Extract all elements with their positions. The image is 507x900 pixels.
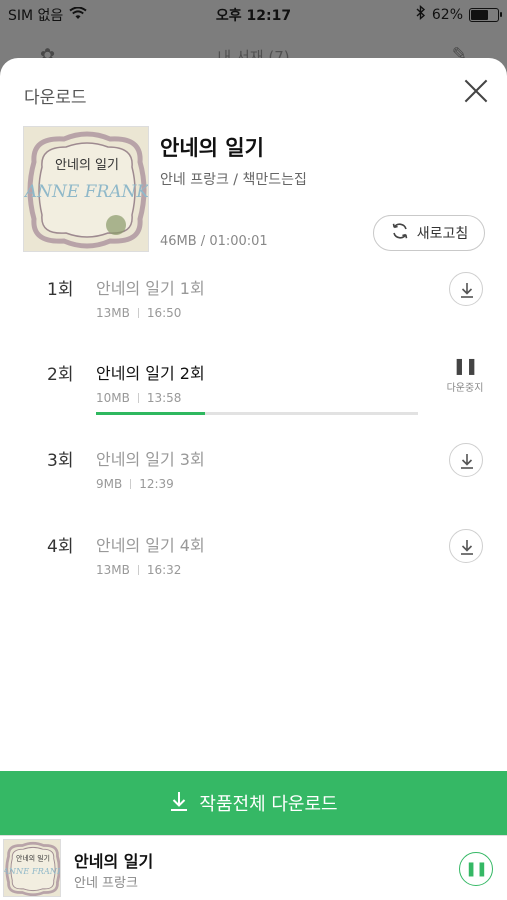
episode-meta: 13MB 16:32 bbox=[96, 563, 181, 577]
episode-row: 1회 안네의 일기 1회 13MB 16:50 bbox=[0, 272, 507, 355]
download-all-icon bbox=[169, 790, 189, 817]
episode-size: 13MB bbox=[96, 306, 130, 320]
album-meta: 46MB / 01:00:01 bbox=[160, 234, 268, 249]
status-right: 62% bbox=[416, 4, 502, 24]
close-icon[interactable] bbox=[463, 78, 489, 104]
download-progress-bar bbox=[96, 412, 418, 415]
episode-size: 9MB bbox=[96, 477, 123, 491]
download-button[interactable] bbox=[449, 529, 483, 563]
download-sheet: 다운로드 안네의 일기 ANNE FRANK 안네의 일기 안네 프랑크 / 책… bbox=[0, 58, 507, 835]
player-cover: 안네의 일기 ANNE FRANK bbox=[3, 839, 61, 897]
meta-divider bbox=[137, 393, 139, 403]
download-button[interactable] bbox=[449, 443, 483, 477]
player-cover-title-text: 안네의 일기 bbox=[16, 853, 50, 862]
episode-meta: 9MB 12:39 bbox=[96, 477, 174, 491]
episode-size: 10MB bbox=[96, 391, 130, 405]
download-icon bbox=[461, 540, 473, 555]
episode-number: 1회 bbox=[47, 280, 74, 300]
pause-icon: ❚❚ bbox=[465, 861, 487, 877]
episode-row: 4회 안네의 일기 4회 13MB 16:32 bbox=[0, 529, 507, 612]
episode-meta: 13MB 16:50 bbox=[96, 306, 181, 320]
episode-duration: 16:32 bbox=[146, 563, 182, 577]
download-icon bbox=[461, 283, 473, 298]
status-bar: SIM 없음 오후 12:17 62% bbox=[0, 0, 507, 28]
sheet-title: 다운로드 bbox=[24, 88, 87, 108]
episode-meta: 10MB 13:58 bbox=[96, 391, 181, 405]
album-title: 안네의 일기 bbox=[160, 136, 264, 160]
episode-number: 3회 bbox=[47, 451, 74, 471]
album-author: 안네 프랑크 / 책만드는집 bbox=[160, 172, 307, 188]
cover-author-text: ANNE FRANK bbox=[24, 182, 149, 202]
cover-title-text: 안네의 일기 bbox=[55, 158, 119, 173]
battery-icon bbox=[469, 7, 502, 22]
episode-size: 13MB bbox=[96, 563, 130, 577]
battery-fill bbox=[471, 9, 489, 20]
episode-number: 4회 bbox=[47, 537, 74, 557]
episode-duration: 12:39 bbox=[139, 477, 174, 491]
stop-download-label: 다운중지 bbox=[446, 383, 484, 394]
mini-player[interactable]: 안네의 일기 ANNE FRANK 안네의 일기 안네 프랑크 ❚❚ bbox=[0, 835, 507, 900]
meta-divider bbox=[130, 479, 132, 489]
download-icon bbox=[461, 454, 473, 469]
episode-row: 2회 안네의 일기 2회 10MB 13:58 ❚❚ 다운중지 bbox=[0, 356, 507, 440]
download-all-button[interactable]: 작품전체 다운로드 bbox=[0, 771, 507, 835]
pause-icon: ❚❚ bbox=[452, 356, 479, 375]
episode-number: 2회 bbox=[47, 365, 74, 385]
bluetooth-icon bbox=[416, 4, 426, 24]
meta-divider bbox=[137, 308, 139, 318]
episode-row: 3회 안네의 일기 3회 9MB 12:39 bbox=[0, 443, 507, 526]
player-title: 안네의 일기 bbox=[74, 852, 154, 871]
meta-divider bbox=[137, 565, 139, 575]
episode-title: 안네의 일기 4회 bbox=[96, 536, 205, 555]
download-progress-fill bbox=[96, 412, 206, 415]
refresh-label: 새로고침 bbox=[416, 226, 469, 242]
episode-title: 안네의 일기 3회 bbox=[96, 450, 205, 469]
download-button[interactable] bbox=[449, 272, 483, 306]
episode-duration: 13:58 bbox=[146, 391, 182, 405]
episode-title: 안네의 일기 2회 bbox=[96, 364, 205, 383]
battery-percent: 62% bbox=[431, 6, 463, 23]
download-all-label: 작품전체 다운로드 bbox=[199, 794, 338, 815]
refresh-button[interactable]: 새로고침 bbox=[373, 215, 485, 251]
album-cover: 안네의 일기 ANNE FRANK bbox=[23, 126, 149, 252]
player-cover-author-text: ANNE FRANK bbox=[4, 866, 61, 876]
stop-download-button[interactable]: ❚❚ 다운중지 bbox=[443, 356, 487, 394]
player-pause-button[interactable]: ❚❚ bbox=[459, 852, 493, 886]
refresh-icon bbox=[390, 221, 410, 245]
player-author: 안네 프랑크 bbox=[74, 876, 138, 891]
episode-title: 안네의 일기 1회 bbox=[96, 279, 205, 298]
episode-duration: 16:50 bbox=[146, 306, 182, 320]
